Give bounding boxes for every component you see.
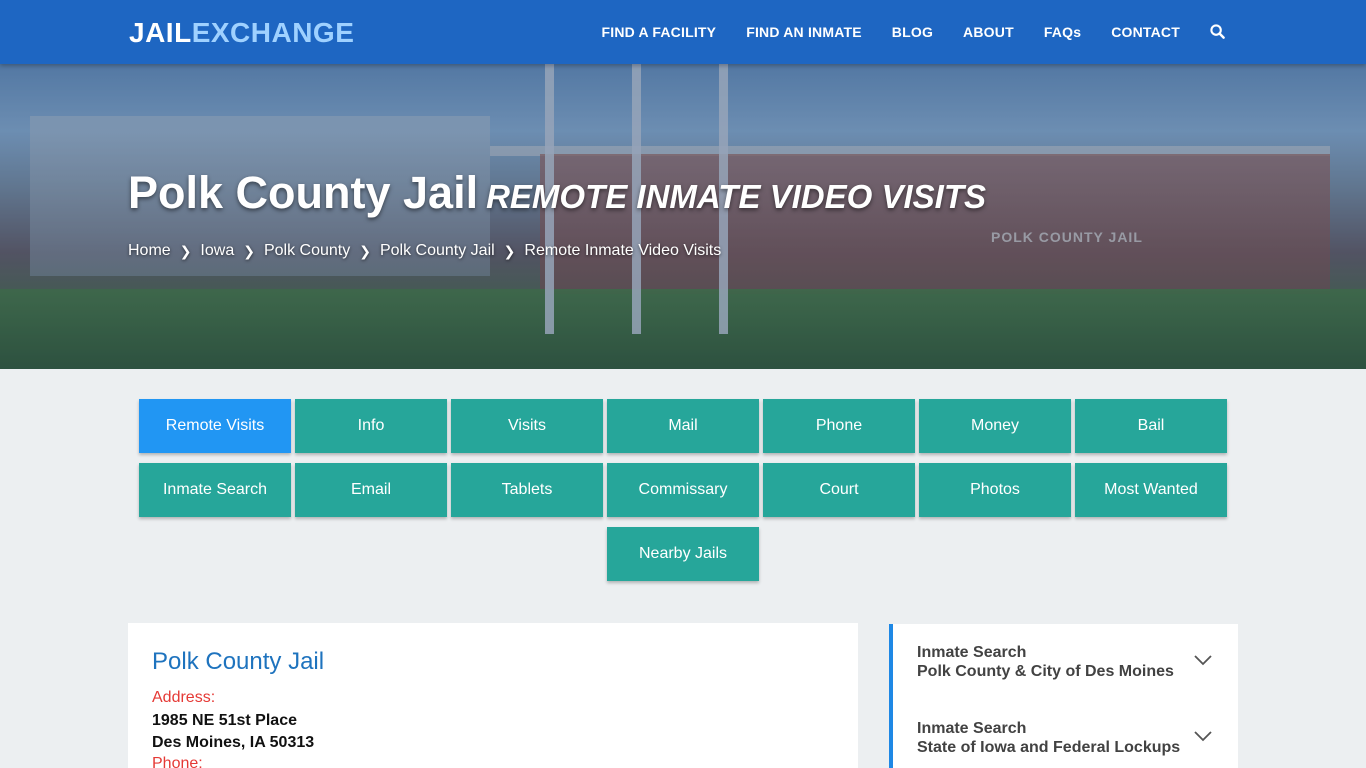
- inmate-search-button[interactable]: Inmate Search: [139, 463, 291, 517]
- chevron-right-icon: ❯: [503, 242, 516, 259]
- breadcrumb-home[interactable]: Home: [128, 242, 171, 260]
- mail-button[interactable]: Mail: [607, 399, 759, 453]
- nearby-jails-button[interactable]: Nearby Jails: [607, 527, 759, 581]
- sidebar-accordion-item[interactable]: Inmate Search State of Iowa and Federal …: [889, 700, 1238, 768]
- main-nav: FIND A FACILITY FIND AN INMATE BLOG ABOU…: [571, 0, 1226, 64]
- breadcrumb-current: Remote Inmate Video Visits: [524, 242, 722, 259]
- breadcrumb: Home ❯ Iowa ❯ Polk County ❯ Polk County …: [128, 242, 721, 260]
- accordion-subtitle: Polk County & City of Des Moines: [917, 663, 1174, 680]
- facility-info-card: Polk County Jail Address: 1985 NE 51st P…: [128, 623, 858, 768]
- info-button[interactable]: Info: [295, 399, 447, 453]
- page-title-main: Polk County Jail: [128, 167, 479, 218]
- most-wanted-button[interactable]: Most Wanted: [1075, 463, 1227, 517]
- nav-find-inmate[interactable]: FIND AN INMATE: [746, 24, 862, 40]
- page-title-subtitle: REMOTE INMATE VIDEO VISITS: [486, 178, 987, 215]
- commissary-button[interactable]: Commissary: [607, 463, 759, 517]
- nav-about[interactable]: ABOUT: [963, 24, 1014, 40]
- nav-contact[interactable]: CONTACT: [1111, 24, 1180, 40]
- facility-name: Polk County Jail: [152, 648, 325, 675]
- nav-faqs[interactable]: FAQs: [1044, 24, 1081, 40]
- tablets-button[interactable]: Tablets: [451, 463, 603, 517]
- money-button[interactable]: Money: [919, 399, 1071, 453]
- chevron-right-icon: ❯: [179, 242, 192, 259]
- breadcrumb-state[interactable]: Iowa: [200, 242, 234, 260]
- email-button[interactable]: Email: [295, 463, 447, 517]
- phone-button[interactable]: Phone: [763, 399, 915, 453]
- search-icon[interactable]: [1210, 24, 1226, 40]
- address-line-1: 1985 NE 51st Place: [152, 712, 297, 729]
- site-logo[interactable]: JAILEXCHANGE: [129, 17, 354, 49]
- remote-visits-button[interactable]: Remote Visits: [139, 399, 291, 453]
- chevron-down-icon[interactable]: [1194, 730, 1212, 742]
- chevron-right-icon: ❯: [359, 242, 371, 259]
- chevron-down-icon[interactable]: [1194, 654, 1212, 666]
- bail-button[interactable]: Bail: [1075, 399, 1227, 453]
- page-title: Polk County Jail REMOTE INMATE VIDEO VISI…: [128, 167, 986, 223]
- accordion-title: Inmate Search: [917, 720, 1027, 737]
- address-label: Address:: [152, 689, 216, 706]
- top-navbar: JAILEXCHANGE FIND A FACILITY FIND AN INM…: [0, 0, 1366, 64]
- sidebar-accordion-item[interactable]: Inmate Search Polk County & City of Des …: [889, 624, 1238, 701]
- phone-label: Phone:: [152, 755, 203, 768]
- hero-banner: POLK COUNTY JAIL Polk County Jail REMOTE …: [0, 64, 1366, 369]
- chevron-right-icon: ❯: [243, 242, 255, 259]
- breadcrumb-county[interactable]: Polk County: [264, 242, 350, 260]
- logo-part-jail: JAIL: [129, 17, 192, 48]
- address-line-2: Des Moines, IA 50313: [152, 734, 315, 751]
- nav-blog[interactable]: BLOG: [892, 24, 933, 40]
- photos-button[interactable]: Photos: [919, 463, 1071, 517]
- breadcrumb-facility[interactable]: Polk County Jail: [380, 242, 495, 260]
- accordion-title: Inmate Search: [917, 644, 1027, 661]
- visits-button[interactable]: Visits: [451, 399, 603, 453]
- logo-part-exchange: EXCHANGE: [191, 17, 355, 48]
- nav-find-facility[interactable]: FIND A FACILITY: [601, 24, 716, 40]
- accordion-subtitle: State of Iowa and Federal Lockups: [917, 739, 1181, 756]
- court-button[interactable]: Court: [763, 463, 915, 517]
